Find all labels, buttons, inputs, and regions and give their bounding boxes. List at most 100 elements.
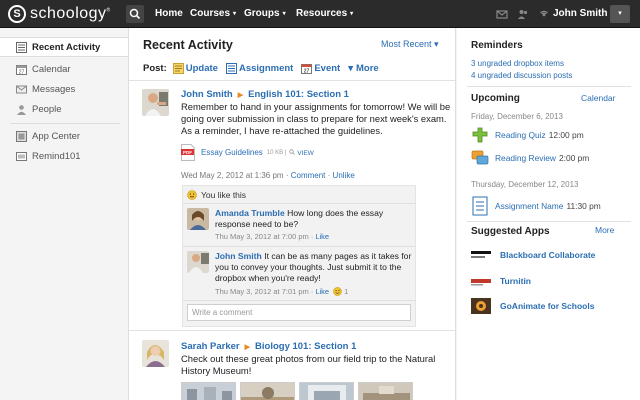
comment-meta: Thu May 3, 2012 at 7:01 pm · Like 1 — [215, 287, 348, 296]
gallery-photo[interactable] — [240, 382, 295, 400]
right-sidebar: Reminders 3 ungraded dropbox items 4 ung… — [457, 28, 640, 400]
museum-photo — [182, 383, 235, 400]
goanimate-logo — [471, 298, 491, 314]
comment-line: It can be as many pages as it takes for — [264, 251, 412, 261]
chevron-down-icon: ▾ — [618, 10, 622, 17]
feed-divider — [129, 330, 455, 331]
sidebar-item-people[interactable]: People — [0, 99, 128, 119]
suggested-apps-title: Suggested Apps — [471, 226, 550, 237]
comment-author-link[interactable]: Amanda Trumble — [215, 208, 285, 218]
gallery-photo[interactable] — [299, 382, 354, 400]
sidebar-divider — [467, 221, 631, 222]
post-date: Wed May 2, 2012 at 1:36 pm — [181, 171, 284, 180]
museum-photo — [359, 383, 412, 400]
post-event-button[interactable]: 27 Event — [301, 63, 340, 74]
brand-registered-mark: ® — [106, 7, 111, 14]
avatar[interactable] — [187, 208, 209, 230]
upcoming-event[interactable]: Reading Review 2:00 pm — [471, 149, 589, 167]
notifications-icon[interactable] — [538, 8, 550, 20]
event-name-link[interactable]: Assignment Name — [495, 201, 563, 211]
sidebar-item-calendar[interactable]: 27 Calendar — [0, 59, 128, 79]
attachment-name-link[interactable]: Essay Guidelines — [201, 148, 263, 157]
post-header: Sarah Parker ▶ Biology 101: Section 1 — [181, 341, 356, 352]
post-label: Post: — [143, 63, 167, 74]
avatar[interactable] — [142, 340, 169, 367]
comment-like-link[interactable]: Like — [315, 287, 329, 296]
apps-more-link[interactable]: More — [595, 225, 614, 235]
assignment-icon — [472, 196, 488, 216]
sidebar-item-recent-activity[interactable]: Recent Activity — [0, 37, 128, 57]
gallery-photo[interactable] — [358, 382, 413, 400]
reminder-link[interactable]: 3 ungraded dropbox items — [471, 59, 564, 68]
chevron-down-icon: ▾ — [233, 11, 237, 17]
app-name-link[interactable]: Turnitin — [500, 276, 531, 286]
comment-divider — [183, 246, 415, 247]
chevron-down-icon: ▾ — [350, 11, 354, 17]
attachment-view-label: VIEW — [297, 149, 314, 157]
reminder-link[interactable]: 4 ungraded discussion posts — [471, 71, 572, 80]
post-line: Check out these great photos from our fi… — [181, 353, 436, 364]
event-time: 2:00 pm — [559, 153, 590, 163]
post-update-button[interactable]: Update — [172, 63, 218, 74]
sidebar-item-app-center[interactable]: App Center — [0, 126, 128, 146]
event-time: 12:00 pm — [548, 130, 584, 140]
write-comment-input[interactable]: Write a comment — [187, 304, 411, 321]
comment-text: Amanda Trumble How long does the essay r… — [215, 208, 383, 230]
post-author-link[interactable]: Sarah Parker — [181, 341, 240, 352]
suggested-app[interactable]: GoAnimate for Schools — [471, 298, 594, 314]
nav-search-button[interactable] — [126, 5, 144, 23]
sidebar-item-remind101[interactable]: Remind101 — [0, 146, 128, 166]
nav-courses[interactable]: Courses ▾ — [190, 8, 236, 19]
comment-divider — [183, 203, 415, 204]
recent-activity-icon — [16, 41, 27, 53]
user-menu-button[interactable]: ▾ — [610, 5, 630, 23]
sidebar-item-label: Remind101 — [32, 150, 81, 162]
messages-icon — [16, 85, 27, 93]
likes-row: You like this — [187, 190, 246, 200]
nav-resources-label: Resources — [296, 8, 348, 19]
quiz-icon — [472, 127, 488, 143]
suggested-app[interactable]: Turnitin — [471, 273, 531, 289]
messages-icon[interactable] — [496, 8, 508, 20]
post-line: As a reminder, I have re-attached the gu… — [181, 125, 383, 136]
sidebar-item-label: Calendar — [32, 63, 71, 75]
unlike-link[interactable]: Unlike — [333, 171, 355, 180]
post-course-link[interactable]: Biology 101: Section 1 — [255, 341, 356, 352]
nav-user-name[interactable]: John Smith — [553, 8, 607, 19]
calendar-link[interactable]: Calendar — [581, 93, 616, 103]
feed-sort-dropdown[interactable]: Most Recent ▾ — [381, 39, 439, 50]
requests-icon[interactable] — [517, 8, 529, 20]
brand-name: schoology — [30, 5, 107, 22]
comment-link[interactable]: Comment — [291, 171, 326, 180]
page-title: Recent Activity — [143, 38, 233, 52]
app-name-link[interactable]: GoAnimate for Schools — [500, 301, 594, 311]
post-course-link[interactable]: English 101: Section 1 — [248, 89, 349, 100]
comment-author-link[interactable]: John Smith — [215, 251, 262, 261]
sidebar-item-messages[interactable]: Messages — [0, 79, 128, 99]
attachment-view-link[interactable]: VIEW — [289, 148, 314, 157]
post-author-link[interactable]: John Smith — [181, 89, 233, 100]
nav-home[interactable]: Home — [155, 8, 183, 19]
event-name-link[interactable]: Reading Quiz — [495, 130, 546, 140]
museum-photo — [300, 383, 353, 400]
upcoming-event[interactable]: Reading Quiz 12:00 pm — [471, 126, 584, 144]
gallery-photo[interactable] — [181, 382, 236, 400]
upcoming-date: Thursday, December 12, 2013 — [471, 180, 579, 189]
post-more-button[interactable]: ▾ More — [348, 63, 378, 74]
nav-resources[interactable]: Resources ▾ — [296, 8, 353, 19]
post-update-label: Update — [185, 63, 218, 74]
avatar[interactable] — [142, 89, 169, 116]
upcoming-event[interactable]: Assignment Name 11:30 pm — [471, 196, 601, 216]
smiley-icon — [333, 287, 342, 296]
suggested-app[interactable]: Blackboard Collaborate — [471, 247, 595, 263]
avatar[interactable] — [187, 251, 209, 273]
comment-like-link[interactable]: Like — [315, 232, 329, 241]
separator-dot: · — [310, 287, 314, 296]
schoology-logo[interactable]: S schoology® — [8, 4, 111, 24]
comment-like-count: 1 — [344, 287, 349, 296]
nav-groups[interactable]: Groups ▾ — [244, 8, 286, 19]
event-name-link[interactable]: Reading Review — [495, 153, 556, 163]
app-name-link[interactable]: Blackboard Collaborate — [500, 250, 595, 260]
post-assignment-button[interactable]: Assignment — [225, 63, 293, 74]
comment-thread: You like this Amanda Trumble How long do… — [182, 185, 416, 327]
